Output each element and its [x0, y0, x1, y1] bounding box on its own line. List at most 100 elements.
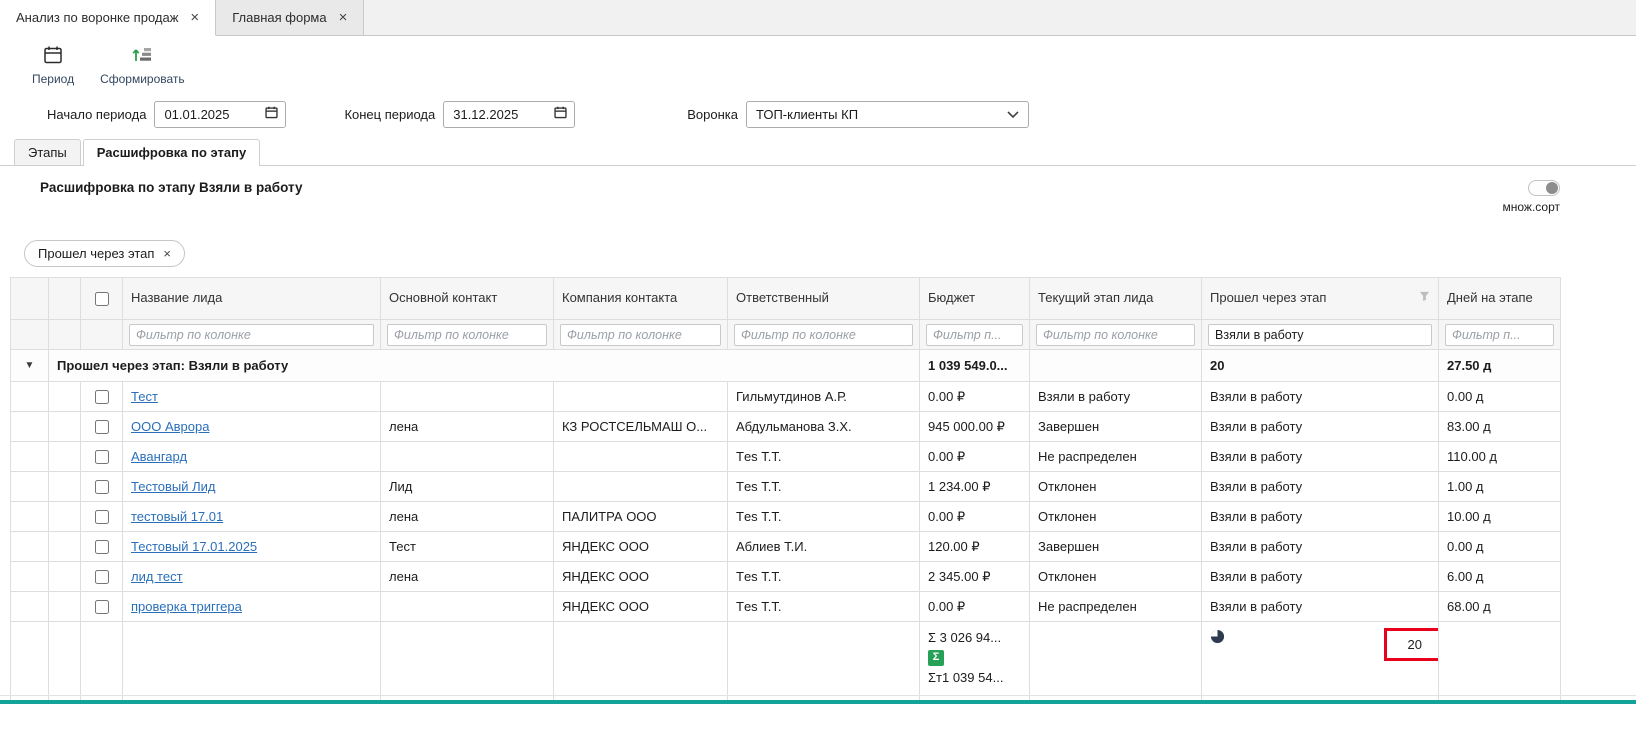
generate-chart-icon: [131, 44, 153, 69]
cell-responsible: Тes Т.Т.: [728, 562, 920, 592]
collapse-arrow-icon[interactable]: ▼: [11, 350, 49, 382]
tab-funnel-analysis-label: Анализ по воронке продаж: [16, 10, 178, 25]
cell-days: 1.00 д: [1439, 472, 1561, 502]
funnel-selected-value: ТОП-клиенты КП: [756, 107, 858, 122]
generate-button[interactable]: Сформировать: [94, 41, 191, 89]
filter-input-stage[interactable]: [1036, 324, 1195, 346]
cell-company: ЯНДЕКС ООО: [554, 592, 728, 622]
panel-header: Расшифровка по этапу Взяли в работу множ…: [0, 166, 1636, 214]
end-period-field[interactable]: 31.12.2025: [443, 101, 575, 128]
tab-funnel-analysis[interactable]: Анализ по воронке продаж ×: [0, 0, 216, 36]
filter-chip-row: Прошел через этап ×: [0, 214, 1636, 277]
window-tab-bar: Анализ по воронке продаж × Главная форма…: [0, 0, 1636, 36]
chevron-down-icon: [1007, 107, 1019, 122]
cell-stage: Не распределен: [1030, 592, 1202, 622]
row-checkbox[interactable]: [95, 480, 109, 494]
cell-contact: лена: [381, 412, 554, 442]
autosum-icon: Σ: [928, 650, 944, 666]
end-period-value: 31.12.2025: [453, 107, 518, 122]
row-checkbox[interactable]: [95, 420, 109, 434]
close-icon[interactable]: ×: [190, 10, 199, 25]
filter-input-name[interactable]: [129, 324, 374, 346]
group-label: Прошел через этап: Взяли в работу: [49, 350, 920, 382]
toolbar: Период Сформировать: [0, 36, 1636, 92]
cell-passed: Взяли в работу: [1202, 382, 1439, 412]
cell-stage: Не распределен: [1030, 442, 1202, 472]
col-header-days[interactable]: Дней на этапе: [1439, 278, 1561, 320]
lead-link[interactable]: Тест: [131, 389, 158, 404]
filter-input-passed[interactable]: [1208, 324, 1432, 346]
row-checkbox[interactable]: [95, 540, 109, 554]
lead-link[interactable]: ООО Аврора: [131, 419, 209, 434]
tab-main-form[interactable]: Главная форма ×: [216, 0, 364, 35]
cell-responsible: Тes Т.Т.: [728, 592, 920, 622]
filter-input-responsible[interactable]: [734, 324, 913, 346]
col-header-passed[interactable]: Прошел через этап: [1202, 278, 1439, 320]
table-filter-row: [11, 320, 1561, 350]
row-checkbox[interactable]: [95, 600, 109, 614]
cell-days: 10.00 д: [1439, 502, 1561, 532]
cell-stage: Отклонен: [1030, 472, 1202, 502]
close-icon[interactable]: ×: [339, 10, 348, 25]
table-row: Тестовый 17.01.2025 Тест ЯНДЕКС ООО Абли…: [11, 532, 1561, 562]
cell-stage: Завершен: [1030, 532, 1202, 562]
filter-input-contact[interactable]: [387, 324, 547, 346]
cell-responsible: Тes Т.Т.: [728, 472, 920, 502]
table-header-row: Название лида Основной контакт Компания …: [11, 278, 1561, 320]
end-period-label: Конец периода: [344, 107, 435, 122]
close-icon[interactable]: ×: [163, 247, 171, 260]
row-checkbox[interactable]: [95, 390, 109, 404]
group-passed-count: 20: [1202, 350, 1439, 382]
cell-passed: Взяли в работу: [1202, 562, 1439, 592]
lead-link[interactable]: проверка триггера: [131, 599, 242, 614]
row-checkbox[interactable]: [95, 510, 109, 524]
funnel-select[interactable]: ТОП-клиенты КП: [746, 101, 1029, 128]
cell-company: ЯНДЕКС ООО: [554, 562, 728, 592]
start-period-label: Начало периода: [47, 107, 146, 122]
col-header-name[interactable]: Название лида: [123, 278, 381, 320]
lead-link[interactable]: лид тест: [131, 569, 183, 584]
row-checkbox[interactable]: [95, 570, 109, 584]
tab-main-form-label: Главная форма: [232, 10, 326, 25]
row-checkbox[interactable]: [95, 450, 109, 464]
cell-passed: Взяли в работу: [1202, 592, 1439, 622]
col-header-company[interactable]: Компания контакта: [554, 278, 728, 320]
select-all-header: [81, 278, 123, 320]
cell-budget: 0.00 ₽: [920, 502, 1030, 532]
table-row: Тест Гильмутдинов А.Р. 0.00 ₽ Взяли в ра…: [11, 382, 1561, 412]
passed-stage-filter-chip[interactable]: Прошел через этап ×: [24, 240, 185, 267]
filter-input-company[interactable]: [560, 324, 721, 346]
cell-days: 0.00 д: [1439, 532, 1561, 562]
lead-link[interactable]: тестовый 17.01: [131, 509, 223, 524]
lead-link[interactable]: Тестовый 17.01.2025: [131, 539, 257, 554]
table-footer-row: Σ 3 026 94... Σ Σт1 039 54... 20: [11, 622, 1561, 702]
indicator-column-header: [49, 278, 81, 320]
leads-table-wrap: Название лида Основной контакт Компания …: [0, 277, 1636, 702]
col-header-stage[interactable]: Текущий этап лида: [1030, 278, 1202, 320]
filter-input-budget[interactable]: [926, 324, 1023, 346]
period-button[interactable]: Период: [26, 41, 80, 89]
lead-link[interactable]: Тестовый Лид: [131, 479, 215, 494]
col-header-responsible[interactable]: Ответственный: [728, 278, 920, 320]
multisort-toggle[interactable]: [1528, 180, 1560, 196]
select-all-checkbox[interactable]: [95, 292, 109, 306]
col-header-contact[interactable]: Основной контакт: [381, 278, 554, 320]
calendar-icon[interactable]: [553, 105, 568, 123]
filter-input-days[interactable]: [1445, 324, 1554, 346]
group-budget-total: 1 039 549.0...: [920, 350, 1030, 382]
lead-link[interactable]: Авангард: [131, 449, 187, 464]
start-period-field[interactable]: 01.01.2025: [154, 101, 286, 128]
filter-cell-empty: [81, 320, 123, 350]
cell-responsible: Аблиев Т.И.: [728, 532, 920, 562]
filters-row: Начало периода 01.01.2025 Конец периода …: [0, 92, 1636, 136]
group-row: ▼ Прошел через этап: Взяли в работу 1 03…: [11, 350, 1561, 382]
calendar-icon[interactable]: [264, 105, 279, 123]
col-header-budget[interactable]: Бюджет: [920, 278, 1030, 320]
funnel-label: Воронка: [687, 107, 738, 122]
table-row: тестовый 17.01 лена ПАЛИТРА ООО Тes Т.Т.…: [11, 502, 1561, 532]
tab-stage-breakdown[interactable]: Расшифровка по этапу: [83, 139, 260, 166]
table-row: Авангард Тes Т.Т. 0.00 ₽ Не распределен …: [11, 442, 1561, 472]
tab-stages[interactable]: Этапы: [14, 139, 81, 165]
cell-days: 6.00 д: [1439, 562, 1561, 592]
cell-passed: Взяли в работу: [1202, 442, 1439, 472]
